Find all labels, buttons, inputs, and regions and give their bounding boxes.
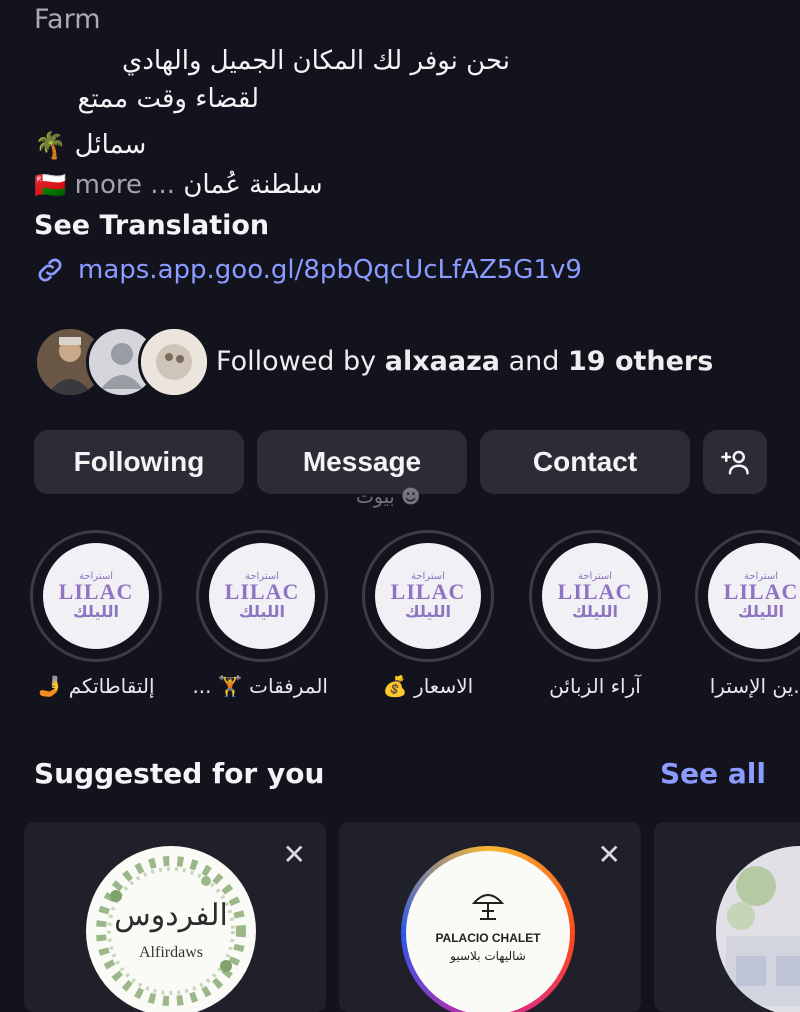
highlight-label: آراء الزبائن — [549, 674, 641, 698]
highlight-ring: استراحة LILAC الليلك — [695, 530, 800, 662]
lilac-logo: استراحة LILAC الليلك — [43, 543, 149, 649]
suggested-card[interactable]: ✕ الفردوس Alfirdaws — [24, 822, 326, 1012]
logo-main: الليلك — [738, 602, 784, 621]
lilac-logo: استراحة LILAC الليلك — [375, 543, 481, 649]
follower-avatars — [34, 326, 210, 398]
close-icon[interactable]: ✕ — [283, 838, 306, 871]
story-highlight[interactable]: استراحة LILAC الليلك آراء الزبائن — [529, 530, 661, 698]
bio-line-2: لقضاء وقت ممتع — [77, 84, 259, 114]
venue-photo — [716, 846, 800, 1012]
close-icon[interactable]: ✕ — [598, 838, 621, 871]
lilac-logo: استراحة LILAC الليلك — [708, 543, 800, 649]
logo-main: الليلك — [405, 602, 451, 621]
story-highlight[interactable]: استراحةLILACالليلك ...ين الإسترا — [695, 530, 800, 698]
watermark-text: بيوت — [356, 486, 395, 508]
followed-prefix: Followed by — [216, 345, 385, 377]
highlight-label: الاسعار 💰 — [382, 674, 474, 698]
logo-en: LILAC — [723, 579, 799, 604]
followed-by[interactable]: Followed by alxaaza and 19 others — [34, 326, 713, 398]
see-translation-link[interactable]: See Translation — [34, 210, 269, 241]
highlight-ring: استراحة LILAC الليلك — [529, 530, 661, 662]
palacio-name: PALACIO CHALET — [435, 931, 541, 945]
story-highlight[interactable]: استراحة LILAC الليلك إلتقاطاتكم 🤳 — [30, 530, 162, 698]
message-button[interactable]: Message — [257, 430, 467, 494]
profile-link[interactable]: maps.app.goo.gl/8pbQqcUcLfAZ5G1v9 — [34, 254, 582, 286]
watermark: بيوت ☻ — [356, 486, 421, 508]
watermark-icon: ☻ — [400, 486, 421, 508]
followed-user[interactable]: alxaaza — [385, 346, 500, 377]
bio-line-3-text: سمائل — [74, 130, 147, 160]
highlight-label: إلتقاطاتكم 🤳 — [37, 674, 155, 698]
add-user-button[interactable] — [703, 430, 767, 494]
highlight-ring: استراحة LILAC الليلك — [30, 530, 162, 662]
more-link[interactable]: more ... — [75, 170, 175, 200]
following-button[interactable]: Following — [34, 430, 244, 494]
bio-line-1: نحن نوفر لك المكان الجميل والهادي — [122, 46, 510, 76]
highlight-ring: استراحة LILAC الليلك — [196, 530, 328, 662]
highlight-label: المرفقات 🏋 ... — [192, 674, 328, 698]
alfirdaws-logo: الفردوس Alfirdaws — [86, 846, 256, 1012]
logo-en: LILAC — [390, 579, 466, 604]
alfirdaws-name: Alfirdaws — [139, 944, 203, 961]
bio-line-3: 🌴 سمائل — [34, 130, 174, 161]
logo-main: الليلك — [572, 602, 618, 621]
suggested-card[interactable]: ✕ PALACIO CHALET شاليهات بلاسيو — [339, 822, 641, 1012]
palacio-arabic: شاليهات بلاسيو — [450, 949, 526, 963]
story-highlight[interactable]: استراحة LILAC الليلك الاسعار 💰 — [362, 530, 494, 698]
umbrella-icon — [406, 889, 570, 927]
add-user-icon — [721, 450, 749, 475]
link-icon — [38, 258, 62, 282]
avatar — [138, 326, 210, 398]
profile-link-text[interactable]: maps.app.goo.gl/8pbQqcUcLfAZ5G1v9 — [78, 255, 582, 285]
contact-button[interactable]: Contact — [480, 430, 690, 494]
lilac-logo: استراحة LILAC الليلك — [542, 543, 648, 649]
alfirdaws-arabic: الفردوس — [114, 898, 228, 933]
see-all-link[interactable]: See all — [660, 757, 766, 790]
followed-others[interactable]: 19 others — [568, 346, 713, 377]
oman-flag-icon: 🇴🇲 — [34, 170, 67, 201]
logo-en: LILAC — [224, 579, 300, 604]
suggested-card[interactable] — [654, 822, 800, 1012]
palacio-logo: PALACIO CHALET شاليهات بلاسيو — [406, 851, 570, 1012]
logo-main: الليلك — [239, 602, 285, 621]
suggested-title: Suggested for you — [34, 757, 325, 790]
profile-category: Farm — [34, 4, 101, 35]
highlight-ring: استراحة LILAC الليلك — [362, 530, 494, 662]
palm-tree-icon: 🌴 — [34, 130, 67, 161]
bio-line-4: 🇴🇲 more ... سلطنة عُمان — [34, 170, 323, 201]
bio-line-4-text: سلطنة عُمان — [183, 170, 323, 200]
logo-main: الليلك — [73, 602, 119, 621]
followed-middle: and — [500, 345, 568, 377]
highlight-label: ...ين الإسترا — [709, 674, 800, 698]
logo-en: LILAC — [557, 579, 633, 604]
story-highlight[interactable]: استراحة LILAC الليلك المرفقات 🏋 ... — [192, 530, 328, 698]
followed-by-text: Followed by alxaaza and 19 others — [216, 346, 713, 377]
logo-en: LILAC — [58, 579, 134, 604]
lilac-logo: استراحة LILAC الليلك — [209, 543, 315, 649]
